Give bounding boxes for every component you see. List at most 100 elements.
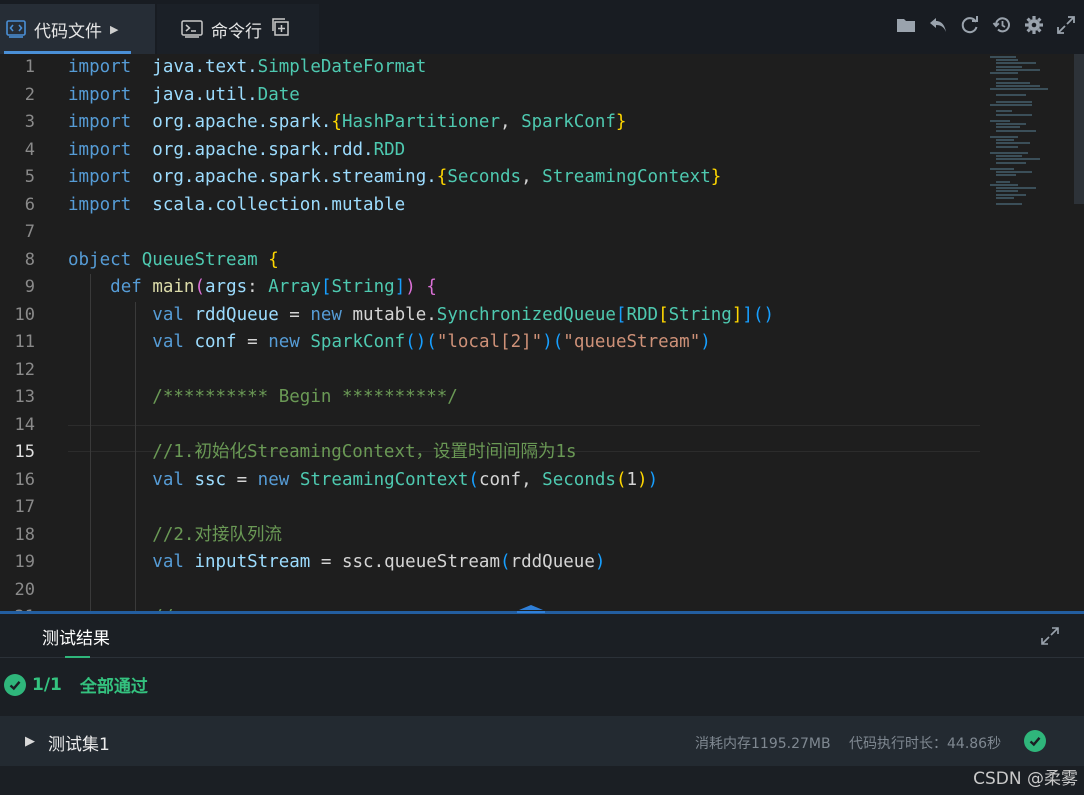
- code-token: {: [268, 249, 279, 270]
- code-token: HashPartitioner: [341, 112, 501, 132]
- refresh-icon[interactable]: [959, 14, 980, 36]
- code-token: rddQueue: [194, 304, 279, 325]
- minimap-line: [996, 129, 1036, 132]
- minimap-line: [996, 65, 1022, 68]
- folder-icon[interactable]: [895, 14, 916, 36]
- code-token: new: [310, 304, 342, 325]
- code-token: String: [668, 304, 732, 325]
- tab-command-line[interactable]: 命令行: [157, 4, 319, 54]
- code-token: new: [257, 469, 290, 490]
- minimap-line: [996, 145, 1018, 148]
- test-case-row[interactable]: ▶ 测试集1 消耗内存1195.27MB 代码执行时长：44.86秒: [0, 716, 1084, 766]
- code-token: (: [426, 332, 437, 352]
- results-tab-indicator: [65, 656, 90, 658]
- code-line[interactable]: import scala.collection.mutable: [68, 192, 405, 220]
- code-line[interactable]: object QueueStream {: [68, 247, 279, 275]
- code-token: "queueStream": [563, 332, 701, 352]
- line-number: 18: [14, 524, 35, 545]
- code-token: inputStream: [194, 552, 311, 572]
- code-line[interactable]: def main(args: Array[String]) {: [68, 274, 437, 302]
- code-content[interactable]: import java.text.SimpleDateFormat import …: [68, 54, 980, 613]
- settings-gear-icon[interactable]: [1023, 14, 1044, 36]
- undo-icon[interactable]: [927, 14, 948, 36]
- line-number: 17: [14, 497, 35, 517]
- code-token: 1: [626, 469, 638, 490]
- code-line[interactable]: val inputStream = ssc.queueStream(rddQue…: [68, 549, 605, 577]
- code-token: StreamingContext: [542, 167, 711, 187]
- check-circle-icon: [4, 673, 26, 696]
- minimap-line: [996, 180, 1010, 183]
- minimap-line: [996, 123, 1026, 126]
- code-line[interactable]: //1.初始化StreamingContext，设置时间间隔为1s: [68, 439, 576, 467]
- code-token: RDD: [373, 139, 406, 160]
- code-token: import: [68, 112, 132, 132]
- tab-test-results[interactable]: 测试结果: [42, 624, 110, 649]
- line-number: 8: [24, 249, 35, 270]
- tab-cmd-label: 命令行: [211, 21, 262, 42]
- expand-icon[interactable]: [1040, 626, 1060, 646]
- code-token: Array: [268, 277, 321, 297]
- code-line[interactable]: val conf = new SparkConf()("local[2]")("…: [68, 329, 711, 357]
- code-token: ssc: [194, 469, 227, 490]
- code-token: /********** Begin **********/: [152, 387, 458, 407]
- code-line[interactable]: /********** Begin **********/: [68, 384, 458, 412]
- line-number-gutter: 123456789101112131415161718192021: [0, 54, 48, 613]
- minimap-line: [996, 155, 1022, 158]
- test-summary: 1/1 全部通过: [4, 672, 148, 697]
- minimap-line: [996, 81, 1030, 84]
- code-token: ): [594, 552, 606, 572]
- code-token: main: [152, 277, 195, 297]
- line-number: 4: [24, 139, 35, 160]
- code-editor[interactable]: 123456789101112131415161718192021 import…: [0, 54, 1084, 613]
- code-token: StreamingContext: [299, 469, 469, 490]
- code-line[interactable]: import java.text.SimpleDateFormat: [68, 54, 426, 82]
- code-line[interactable]: val rddQueue = new mutable.SynchronizedQ…: [68, 302, 774, 330]
- play-icon[interactable]: ▶: [110, 23, 118, 36]
- minimap[interactable]: [986, 54, 1076, 214]
- code-line[interactable]: //2.对接队列流: [68, 522, 282, 550]
- code-token: ,: [521, 167, 543, 187]
- code-token: =: [236, 332, 269, 352]
- minimap-line: [990, 168, 1014, 170]
- code-line[interactable]: import org.apache.spark.{HashPartitioner…: [68, 109, 626, 137]
- code-line[interactable]: val ssc = new StreamingContext(conf, Sec…: [68, 467, 658, 495]
- code-token: (: [615, 469, 627, 490]
- minimap-line: [996, 113, 1032, 116]
- results-tab-bar: 测试结果: [0, 614, 1084, 658]
- code-token: (: [468, 469, 479, 490]
- code-token: ): [405, 277, 416, 297]
- new-terminal-icon[interactable]: [272, 17, 290, 41]
- line-number: 20: [14, 579, 35, 600]
- pass-ratio: 1/1: [32, 674, 62, 695]
- code-token: SparkConf: [521, 112, 616, 132]
- code-token: import: [68, 57, 132, 77]
- line-number: 13: [14, 387, 35, 407]
- history-icon[interactable]: [991, 14, 1012, 36]
- minimap-line: [990, 72, 1018, 74]
- code-line[interactable]: import org.apache.spark.rdd.RDD: [68, 137, 405, 165]
- editor-tab-bar: 代码文件 ▶ 命令行: [0, 0, 1084, 54]
- minimap-line: [996, 187, 1036, 190]
- code-token: conf: [194, 332, 237, 352]
- code-line[interactable]: import java.util.Date: [68, 82, 300, 110]
- minimap-line: [996, 62, 1036, 65]
- code-token: {: [331, 112, 342, 132]
- code-token: (: [552, 332, 564, 352]
- code-token: import: [68, 84, 132, 105]
- tab-code-file[interactable]: 代码文件 ▶: [0, 4, 155, 54]
- code-token: ): [542, 332, 553, 352]
- code-line[interactable]: import org.apache.spark.streaming.{Secon…: [68, 164, 721, 192]
- vertical-scrollbar[interactable]: [1074, 54, 1084, 204]
- fullscreen-icon[interactable]: [1055, 14, 1076, 36]
- minimap-line: [990, 136, 1018, 138]
- expand-arrow-icon[interactable]: ▶: [25, 734, 35, 749]
- code-token: ]: [731, 304, 743, 325]
